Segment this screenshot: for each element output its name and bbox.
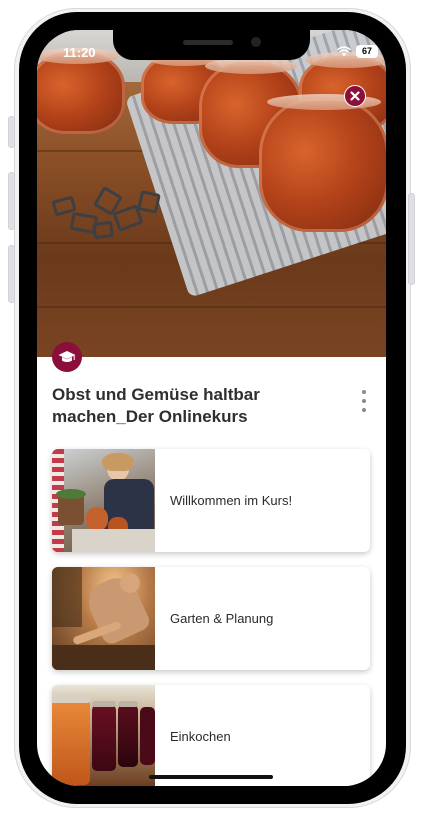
battery-indicator: 67 <box>356 45 378 58</box>
status-time: 11:20 <box>63 45 96 60</box>
phone-mute-switch <box>8 116 15 148</box>
phone-notch <box>113 30 310 60</box>
phone-volume-up <box>8 172 15 230</box>
home-indicator[interactable] <box>149 775 273 779</box>
wifi-icon <box>337 46 351 57</box>
close-button[interactable] <box>344 85 366 107</box>
more-vertical-icon <box>362 390 366 394</box>
jar <box>37 48 125 134</box>
phone-volume-down <box>8 245 15 303</box>
lesson-title: Garten & Planung <box>170 611 274 626</box>
woman-with-jars-thumbnail <box>52 449 155 552</box>
phone-power-button <box>408 193 415 285</box>
graduation-cap-icon <box>58 351 76 362</box>
lesson-card[interactable]: Einkochen <box>52 685 370 786</box>
course-type-badge <box>52 342 82 372</box>
lesson-card[interactable]: Garten & Planung <box>52 567 370 670</box>
status-indicators: 67 <box>337 45 378 58</box>
jam-jars-thumbnail <box>52 685 155 786</box>
jar <box>259 94 386 232</box>
more-options-button[interactable] <box>357 390 371 412</box>
course-title: Obst und Gemüse haltbar machen_Der Onlin… <box>52 385 260 426</box>
course-hero-image <box>37 30 386 357</box>
lesson-title: Einkochen <box>170 729 231 744</box>
lesson-card[interactable]: Willkommen im Kurs! <box>52 449 370 552</box>
garden-soil-thumbnail <box>52 567 155 670</box>
lesson-title: Willkommen im Kurs! <box>170 493 293 508</box>
cookie-cutters <box>51 185 165 244</box>
app-screen: 11:20 67 Obst und Gemüse haltbar machen_… <box>37 30 386 786</box>
close-icon <box>350 91 360 101</box>
